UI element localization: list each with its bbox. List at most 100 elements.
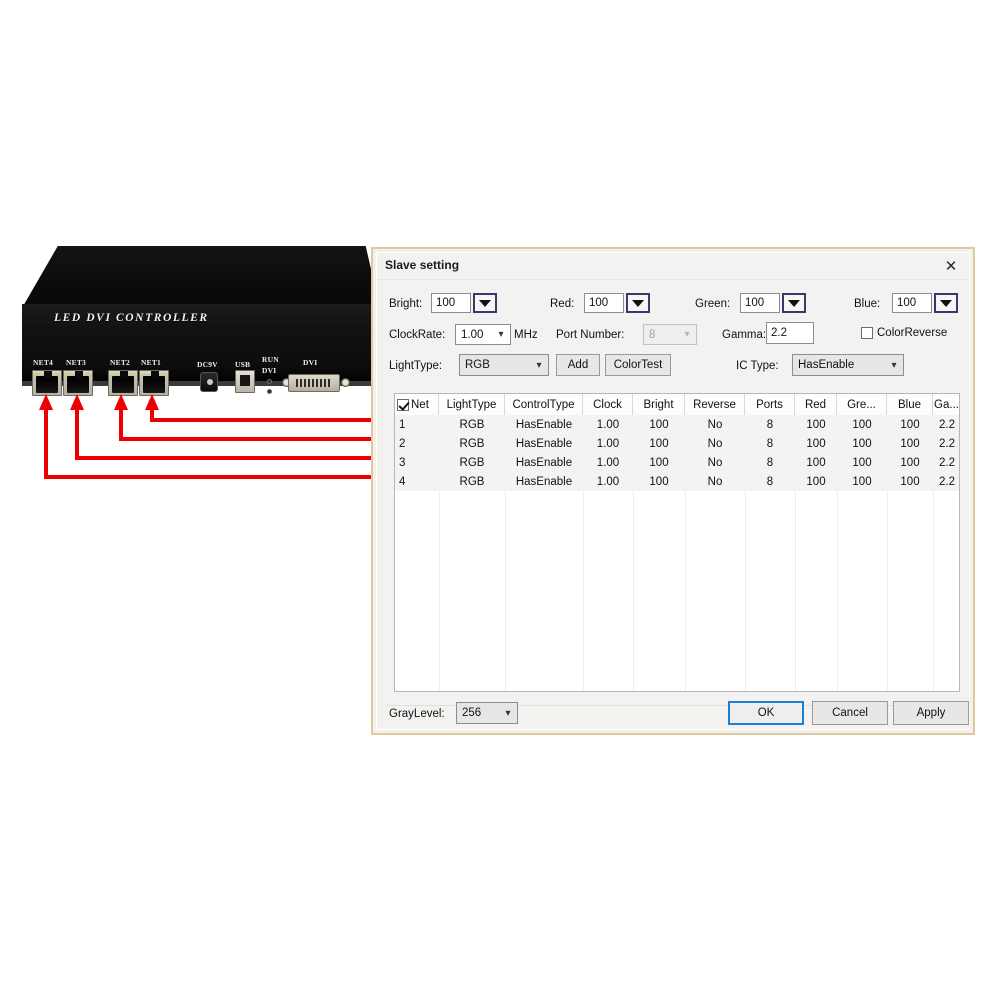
table-column-header[interactable]: Bright xyxy=(633,394,685,415)
table-column-header[interactable]: Ports xyxy=(745,394,795,415)
apply-button[interactable]: Apply xyxy=(893,701,969,725)
table-empty-row xyxy=(395,586,959,605)
table-cell: HasEnable xyxy=(515,437,573,450)
table-column-header[interactable]: Red xyxy=(795,394,837,415)
chevron-down-icon: ▾ xyxy=(498,329,504,340)
blue-input[interactable]: 100 xyxy=(892,293,932,313)
table-cell: 1.00 xyxy=(596,437,620,450)
table-cell: 100 xyxy=(649,456,669,469)
table-cell: 4 xyxy=(399,475,406,488)
table-cell: 8 xyxy=(766,456,774,469)
cancel-button[interactable]: Cancel xyxy=(812,701,888,725)
table-cell: 100 xyxy=(649,418,669,431)
table-empty-row xyxy=(395,567,959,586)
port-label-net4: NET4 xyxy=(33,358,53,367)
chevron-down-icon xyxy=(632,299,644,307)
colortest-button[interactable]: ColorTest xyxy=(605,354,671,376)
table-column-header[interactable]: Gre... xyxy=(837,394,887,415)
bright-label: Bright: xyxy=(389,298,423,310)
table-cell: 3 xyxy=(399,456,406,469)
table-column-header[interactable]: ControlType xyxy=(505,394,583,415)
port-number-select[interactable]: 8 ▾ xyxy=(643,324,697,345)
table-empty-area xyxy=(395,491,959,691)
table-cell: No xyxy=(707,456,723,469)
clockrate-unit-label: MHz xyxy=(514,329,538,341)
ok-button[interactable]: OK xyxy=(728,701,804,725)
table-cell: 100 xyxy=(852,418,872,431)
clockrate-select[interactable]: 1.00 ▾ xyxy=(455,324,511,345)
port-label-net3: NET3 xyxy=(66,358,86,367)
table-cell: 2.2 xyxy=(939,418,955,431)
bright-spinner-button[interactable] xyxy=(473,293,497,313)
red-spinner-button[interactable] xyxy=(626,293,650,313)
dvi-connector xyxy=(288,374,340,392)
bright-input[interactable]: 100 xyxy=(431,293,471,313)
add-button[interactable]: Add xyxy=(556,354,600,376)
table-row[interactable]: 4 RGB HasEnable 1.00 100 No 8 100 100 100 2.2 xyxy=(395,472,959,491)
connector-label-usb: USB xyxy=(235,360,251,369)
slave-setting-dialog: Slave setting ✕ Bright: 100 Red: 100 Gre… xyxy=(371,247,975,735)
connector-label-dc9v: DC9V xyxy=(197,360,218,369)
port-label-net2: NET2 xyxy=(110,358,130,367)
red-input[interactable]: 100 xyxy=(584,293,624,313)
screenshot-root: LED DVI CONTROLLER NET4 NET3 NET2 NET1 D… xyxy=(0,0,1000,1000)
table-row[interactable]: 1 RGB HasEnable 1.00 100 No 8 100 100 100 2.2 xyxy=(395,415,959,434)
table-cell: No xyxy=(707,418,723,431)
chevron-down-icon xyxy=(788,299,800,307)
slave-settings-table[interactable]: Net LightType ControlType Clock Bright Revers… xyxy=(394,393,960,692)
port-cavity xyxy=(67,376,89,393)
colorreverse-checkbox[interactable]: ColorReverse xyxy=(861,327,947,339)
graylevel-select[interactable]: 256 ▾ xyxy=(456,702,518,724)
blue-spinner-button[interactable] xyxy=(934,293,958,313)
table-empty-row xyxy=(395,605,959,624)
connector-label-dvi: DVI xyxy=(303,358,318,367)
lighttype-label: LightType: xyxy=(389,360,443,372)
table-row[interactable]: 2 RGB HasEnable 1.00 100 No 8 100 100 100 2.2 xyxy=(395,434,959,453)
ictype-label: IC Type: xyxy=(736,360,779,372)
table-cell: RGB xyxy=(459,418,485,431)
table-empty-row xyxy=(395,510,959,529)
table-cell: 100 xyxy=(852,475,872,488)
table-cell: 1.00 xyxy=(596,418,620,431)
table-column-header[interactable]: Reverse xyxy=(685,394,745,415)
table-column-header[interactable]: Net xyxy=(395,394,439,415)
table-cell: 100 xyxy=(806,437,826,450)
table-column-header[interactable]: Clock xyxy=(583,394,633,415)
dialog-title: Slave setting xyxy=(385,258,460,272)
table-cell: 100 xyxy=(900,475,920,488)
status-led-label-dvi: DVI xyxy=(262,366,277,375)
port-number-value: 8 xyxy=(649,328,656,341)
table-empty-row xyxy=(395,491,959,510)
table-column-header[interactable]: Blue xyxy=(887,394,933,415)
table-cell: RGB xyxy=(459,475,485,488)
table-column-header[interactable]: Ga... xyxy=(933,394,959,415)
table-cell: 1.00 xyxy=(596,456,620,469)
table-body: 1 RGB HasEnable 1.00 100 No 8 100 100 100 2.2 2 RGB H… xyxy=(395,415,959,691)
graylevel-value: 256 xyxy=(462,707,482,719)
table-cell: 2.2 xyxy=(939,475,955,488)
gamma-input[interactable]: 2.2 xyxy=(766,322,814,344)
table-cell: 100 xyxy=(649,475,669,488)
table-cell: HasEnable xyxy=(515,418,573,431)
table-cell: 2.2 xyxy=(939,456,955,469)
table-cell: RGB xyxy=(459,456,485,469)
table-cell: 100 xyxy=(900,437,920,450)
table-column-header[interactable]: LightType xyxy=(439,394,505,415)
table-row[interactable]: 3 RGB HasEnable 1.00 100 No 8 100 100 100 2.2 xyxy=(395,453,959,472)
status-led-dvi xyxy=(267,389,272,394)
green-input[interactable]: 100 xyxy=(740,293,780,313)
select-all-checkbox-icon[interactable] xyxy=(397,398,409,411)
gamma-label: Gamma: xyxy=(722,329,767,341)
lighttype-select[interactable]: RGB ▾ xyxy=(459,354,549,376)
close-icon[interactable]: ✕ xyxy=(939,256,963,276)
chevron-down-icon: ▾ xyxy=(536,359,542,371)
table-cell: 100 xyxy=(852,437,872,450)
ictype-select[interactable]: HasEnable ▾ xyxy=(792,354,904,376)
dialog-titlebar: Slave setting ✕ xyxy=(377,253,969,280)
green-spinner-button[interactable] xyxy=(782,293,806,313)
graylevel-label: GrayLevel: xyxy=(389,708,445,720)
dvi-screw-right xyxy=(341,378,350,387)
table-cell: 100 xyxy=(649,437,669,450)
chevron-down-icon: ▾ xyxy=(505,707,511,719)
table-cell: 2 xyxy=(399,437,406,450)
